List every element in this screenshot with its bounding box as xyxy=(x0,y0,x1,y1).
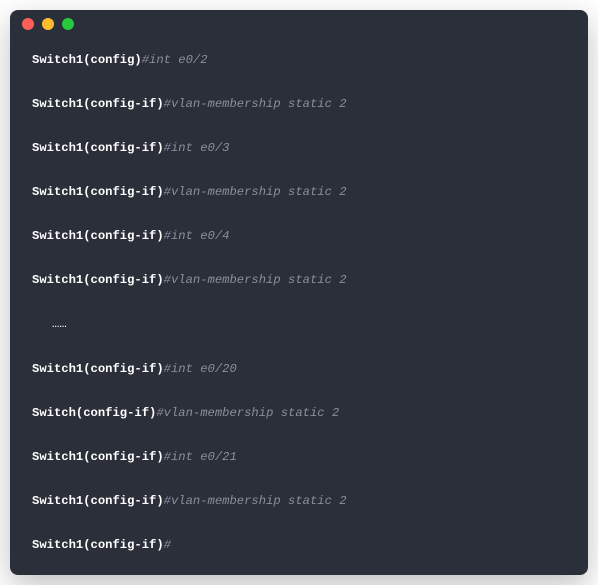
prompt: Switch1(config-if) xyxy=(32,141,164,155)
command: int e0/2 xyxy=(149,53,208,67)
hash: # xyxy=(164,141,171,155)
terminal-line: Switch1(config-if)#vlan-membership stati… xyxy=(32,184,566,201)
terminal-line: Switch1(config-if)#vlan-membership stati… xyxy=(32,272,566,289)
maximize-icon[interactable] xyxy=(62,18,74,30)
terminal-line: Switch1(config)#int e0/2 xyxy=(32,52,566,69)
terminal-window: Switch1(config)#int e0/2 Switch1(config-… xyxy=(10,10,588,575)
command: vlan-membership static 2 xyxy=(171,97,347,111)
hash: # xyxy=(164,229,171,243)
hash: # xyxy=(156,406,163,420)
prompt: Switch1(config-if) xyxy=(32,494,164,508)
hash: # xyxy=(164,362,171,376)
terminal-body[interactable]: Switch1(config)#int e0/2 Switch1(config-… xyxy=(10,38,588,575)
hash: # xyxy=(164,494,171,508)
hash: # xyxy=(164,538,171,552)
ellipsis: …… xyxy=(52,317,67,331)
prompt: Switch1(config-if) xyxy=(32,450,164,464)
command: vlan-membership static 2 xyxy=(164,406,340,420)
terminal-line: Switch1(config-if)#vlan-membership stati… xyxy=(32,96,566,113)
terminal-line: Switch1(config-if)#int e0/20 xyxy=(32,361,566,378)
titlebar xyxy=(10,10,588,38)
command: int e0/21 xyxy=(171,450,237,464)
terminal-line: Switch1(config-if)#vlan-membership stati… xyxy=(32,493,566,510)
hash: # xyxy=(164,273,171,287)
minimize-icon[interactable] xyxy=(42,18,54,30)
terminal-line: Switch1(config-if)# xyxy=(32,537,566,554)
command: vlan-membership static 2 xyxy=(171,494,347,508)
hash: # xyxy=(142,53,149,67)
command: int e0/4 xyxy=(171,229,230,243)
command: vlan-membership static 2 xyxy=(171,185,347,199)
close-icon[interactable] xyxy=(22,18,34,30)
prompt: Switch1(config-if) xyxy=(32,538,164,552)
terminal-line: Switch1(config-if)#int e0/21 xyxy=(32,449,566,466)
prompt: Switch1(config-if) xyxy=(32,273,164,287)
prompt: Switch1(config) xyxy=(32,53,142,67)
terminal-line: Switch1(config-if)#int e0/4 xyxy=(32,228,566,245)
prompt: Switch1(config-if) xyxy=(32,97,164,111)
prompt: Switch(config-if) xyxy=(32,406,156,420)
prompt: Switch1(config-if) xyxy=(32,229,164,243)
terminal-line: Switch1(config-if)#int e0/3 xyxy=(32,140,566,157)
command: int e0/3 xyxy=(171,141,230,155)
prompt: Switch1(config-if) xyxy=(32,362,164,376)
hash: # xyxy=(164,185,171,199)
command: int e0/20 xyxy=(171,362,237,376)
hash: # xyxy=(164,97,171,111)
prompt: Switch1(config-if) xyxy=(32,185,164,199)
ellipsis-line: …… xyxy=(32,316,566,333)
terminal-line: Switch(config-if)#vlan-membership static… xyxy=(32,405,566,422)
hash: # xyxy=(164,450,171,464)
command: vlan-membership static 2 xyxy=(171,273,347,287)
